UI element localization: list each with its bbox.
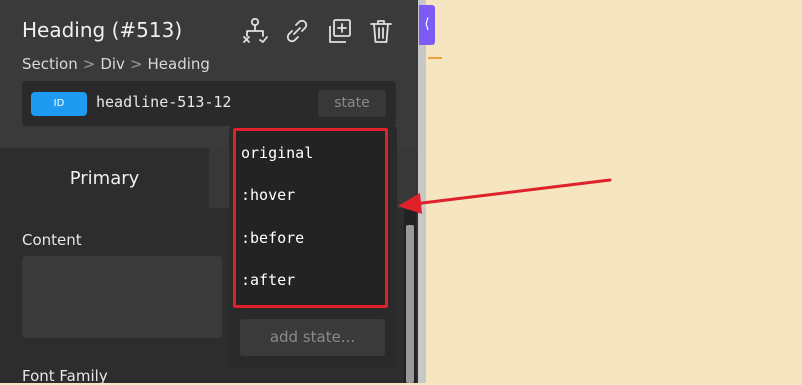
annotation-arrow bbox=[398, 178, 612, 214]
